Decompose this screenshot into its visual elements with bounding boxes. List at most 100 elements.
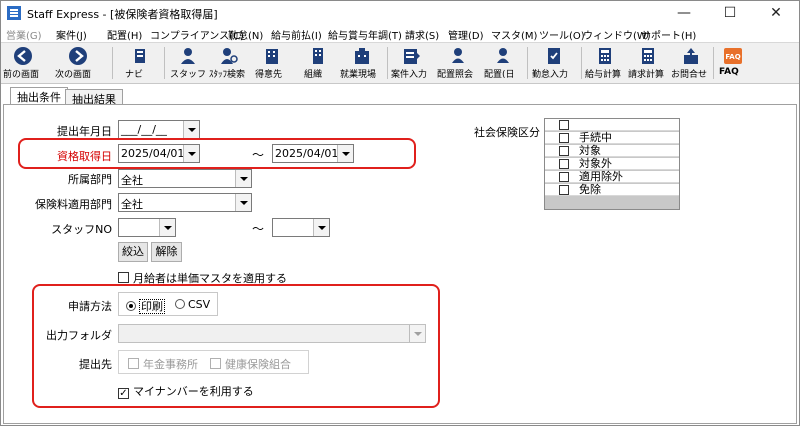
list-item[interactable]: 免除 — [545, 184, 679, 196]
toolbar: 前の画面 次の画面 ナビ スタッフ ｽﾀｯﾌ検索 得意先 組織 就業現場 案件入… — [1, 42, 799, 84]
menu-master[interactable]: マスタ(M) — [491, 27, 537, 42]
staff-no-label: スタッフNO — [51, 223, 112, 236]
staff-search-button[interactable]: ｽﾀｯﾌ検索 — [209, 44, 249, 82]
list-item[interactable]: 対象 — [545, 145, 679, 157]
tab-extract-conditions[interactable]: 抽出条件 — [10, 87, 68, 104]
chevron-down-icon[interactable] — [235, 194, 251, 211]
navi-button[interactable]: ナビ — [125, 44, 155, 82]
checkbox-icon[interactable] — [210, 358, 221, 369]
output-folder-label: 出力フォルダ — [46, 329, 112, 342]
filter-button[interactable]: 絞込 — [118, 242, 148, 262]
checkbox-icon[interactable] — [559, 185, 569, 195]
minimize-button[interactable]: — — [661, 1, 707, 25]
radio-selected-icon[interactable] — [126, 301, 136, 311]
checkbox-icon[interactable] — [118, 272, 129, 283]
calculator-icon — [642, 48, 654, 64]
payroll-calc-button[interactable]: 給与計算 — [585, 44, 625, 82]
client-button[interactable]: 得意先 — [255, 44, 289, 82]
menu-payroll[interactable]: 給与賞与年調(T) — [328, 27, 402, 42]
clear-button[interactable]: 解除 — [151, 242, 182, 262]
staff-no-from[interactable] — [118, 218, 176, 237]
close-button[interactable]: ✕ — [753, 1, 799, 25]
print-radio[interactable]: 印刷 — [126, 298, 165, 314]
submit-date-field[interactable]: ___/__/__ — [118, 120, 200, 139]
toolbar-separator — [387, 47, 388, 79]
insurance-dept-select[interactable]: 全社 — [118, 193, 252, 212]
menu-billing[interactable]: 請求(S) — [405, 27, 439, 42]
assign-inquiry-icon — [452, 48, 464, 63]
next-screen-button[interactable]: 次の画面 — [55, 44, 101, 82]
inbox-icon — [684, 48, 698, 64]
range-separator: ～ — [252, 148, 265, 162]
menu-support[interactable]: サポート(H) — [641, 27, 696, 42]
work-site-button[interactable]: 就業現場 — [340, 44, 384, 82]
radio-icon[interactable] — [175, 299, 185, 309]
attendance-entry-button[interactable]: 勤怠入力 — [532, 44, 576, 82]
staff-search-icon — [221, 48, 238, 64]
range-separator: ～ — [252, 222, 265, 236]
acquired-date-from[interactable]: 2025/04/01 — [118, 144, 200, 163]
calculator-icon — [599, 48, 611, 64]
tab-extract-results[interactable]: 抽出結果 — [65, 89, 123, 106]
chevron-down-icon[interactable] — [183, 121, 199, 138]
chevron-down-icon[interactable] — [313, 219, 329, 236]
checkbox-checked-icon[interactable]: ✓ — [118, 388, 129, 399]
job-entry-icon — [404, 49, 420, 64]
list-item[interactable]: 適用除外 — [545, 171, 679, 183]
checkbox-icon[interactable] — [559, 146, 569, 156]
menu-attendance[interactable]: 勤怠(N) — [228, 27, 263, 42]
assign-day-icon — [497, 48, 509, 63]
menu-advance-pay[interactable]: 給与前払(I) — [271, 27, 322, 42]
chevron-down-icon[interactable] — [235, 170, 251, 187]
health-union-checkbox[interactable]: 健康保険組合 — [210, 356, 291, 372]
prev-screen-button[interactable]: 前の画面 — [3, 44, 43, 82]
menu-tools[interactable]: ツール(O) — [539, 27, 585, 42]
menu-sales[interactable]: 営業(G) — [6, 27, 42, 42]
billing-calc-button[interactable]: 請求計算 — [628, 44, 668, 82]
checkbox-icon[interactable] — [559, 172, 569, 182]
attendance-entry-icon — [548, 48, 560, 64]
toolbar-separator — [164, 47, 165, 79]
insurance-dept-label: 保険料適用部門 — [35, 198, 112, 211]
toolbar-separator — [713, 47, 714, 79]
chevron-down-icon[interactable] — [337, 145, 353, 162]
menu-assign[interactable]: 配置(H) — [107, 27, 142, 42]
list-item[interactable]: 手続中 — [545, 132, 679, 144]
staff-no-to[interactable] — [272, 218, 330, 237]
checkbox-icon[interactable] — [559, 120, 569, 130]
mynumber-checkbox[interactable]: ✓ マイナンバーを利用する — [118, 383, 254, 399]
dept-select[interactable]: 全社 — [118, 169, 252, 188]
csv-radio[interactable]: CSV — [175, 298, 210, 311]
assign-day-button[interactable]: 配置(日 — [484, 44, 522, 82]
pension-office-checkbox[interactable]: 年金事務所 — [128, 356, 198, 372]
chevron-down-icon[interactable] — [409, 325, 425, 342]
toolbar-separator — [112, 47, 113, 79]
checkbox-icon[interactable] — [559, 133, 569, 143]
toolbar-separator — [527, 47, 528, 79]
menu-bar: 営業(G) 案件(J) 配置(H) コンプライアンス(C) 勤怠(N) 給与前払… — [1, 25, 799, 42]
chevron-down-icon[interactable] — [183, 145, 199, 162]
faq-icon: FAQ — [724, 48, 742, 64]
submit-to-label: 提出先 — [79, 358, 112, 371]
chevron-down-icon[interactable] — [159, 219, 175, 236]
org-button[interactable]: 組織 — [304, 44, 332, 82]
menu-admin[interactable]: 管理(D) — [448, 27, 484, 42]
social-insurance-list[interactable]: 手続中 対象 対象外 適用除外 免除 — [544, 118, 680, 210]
list-item[interactable]: 対象外 — [545, 158, 679, 170]
menu-jobs[interactable]: 案件(J) — [56, 27, 87, 42]
inquiry-button[interactable]: お問合せ — [671, 44, 711, 82]
arrow-left-icon — [14, 47, 32, 65]
list-item[interactable] — [545, 119, 679, 131]
building-icon — [266, 49, 278, 64]
acquired-date-to[interactable]: 2025/04/01 — [272, 144, 354, 163]
assign-inquiry-button[interactable]: 配置照会 — [437, 44, 479, 82]
job-entry-button[interactable]: 案件入力 — [391, 44, 431, 82]
maximize-button[interactable]: ☐ — [707, 1, 753, 25]
faq-button[interactable]: FAQ FAQ — [719, 44, 747, 82]
checkbox-icon[interactable] — [559, 159, 569, 169]
checkbox-icon[interactable] — [128, 358, 139, 369]
output-folder-select[interactable] — [118, 324, 426, 343]
toolbar-separator — [581, 47, 582, 79]
staff-button[interactable]: スタッフ — [170, 44, 206, 82]
dept-label: 所属部門 — [68, 173, 112, 186]
